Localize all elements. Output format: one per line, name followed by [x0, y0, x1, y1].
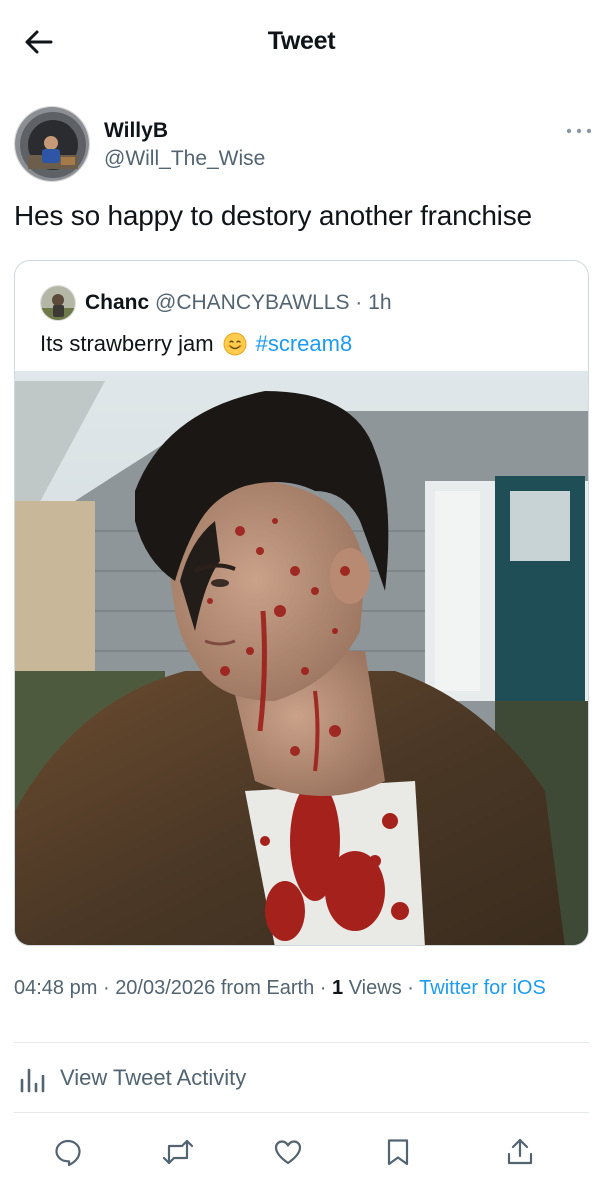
reply-icon[interactable] [50, 1130, 86, 1174]
tweet-action-bar [0, 1130, 603, 1174]
quoted-header: Chanc @CHANCYBAWLLS · 1h [85, 291, 392, 315]
quoted-separator: · [355, 291, 363, 314]
like-icon[interactable] [270, 1130, 306, 1174]
meta-separator: · [407, 977, 414, 999]
quoted-display-name[interactable]: Chanc [85, 291, 149, 314]
quoted-time: 1h [368, 291, 392, 314]
tweet-location: from Earth [220, 977, 315, 999]
quoted-media-image[interactable] [15, 371, 588, 945]
bookmark-icon[interactable] [380, 1130, 416, 1174]
tweet-author: WillyB @Will_The_Wise [14, 106, 592, 186]
client-link[interactable]: Twitter for iOS [419, 977, 546, 999]
quoted-author-avatar[interactable] [40, 285, 76, 321]
top-bar: Tweet [0, 0, 603, 82]
author-handle[interactable]: @Will_The_Wise [104, 147, 265, 171]
author-display-name[interactable]: WillyB [104, 119, 168, 143]
quoted-handle[interactable]: @CHANCYBAWLLS [155, 291, 349, 314]
meta-separator: · [319, 977, 327, 999]
meta-separator: · [102, 977, 110, 999]
page-title: Tweet [267, 27, 336, 55]
quoted-tweet[interactable]: Chanc @CHANCYBAWLLS · 1h Its strawberry … [14, 260, 589, 946]
view-tweet-activity-label: View Tweet Activity [60, 1065, 247, 1090]
divider [14, 1112, 589, 1113]
more-options-icon[interactable] [565, 124, 593, 138]
author-avatar[interactable] [14, 106, 90, 182]
view-tweet-activity-button[interactable]: View Tweet Activity [14, 1058, 589, 1098]
divider [14, 1042, 589, 1043]
smiling-face-emoji-icon [223, 332, 247, 356]
hashtag-link[interactable]: #scream8 [256, 331, 353, 357]
tweet-time: 04:48 pm [14, 977, 98, 999]
tweet-text: Hes so happy to destory another franchis… [14, 200, 532, 231]
retweet-icon[interactable] [160, 1130, 196, 1174]
views-label: Views [348, 977, 402, 999]
tweet-meta: 04:48 pm · 20/03/2026 from Earth · 1 Vie… [14, 975, 594, 1001]
quoted-text-body: Its strawberry jam [40, 331, 214, 356]
views-count: 1 [332, 977, 344, 999]
quoted-text: Its strawberry jam #scream8 [40, 331, 352, 357]
share-icon[interactable] [502, 1130, 538, 1174]
tweet-date: 20/03/2026 [115, 977, 216, 999]
analytics-icon [18, 1064, 48, 1094]
